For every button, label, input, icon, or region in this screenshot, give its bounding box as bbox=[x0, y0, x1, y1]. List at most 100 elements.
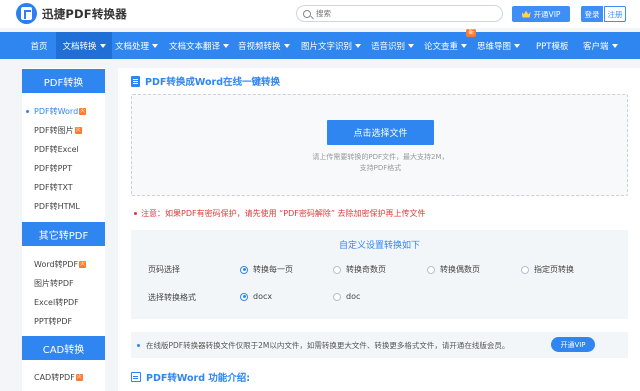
top-bar: 迅捷PDF转换器 开通VIP 登录 注册 bbox=[0, 0, 640, 28]
size-limit-notice: 在线版PDF转换器转换文件仅限于2M以内文件，如需转换更大文件、转换更多格式文件… bbox=[131, 332, 628, 358]
feature-intro-text: PDF转Word 功能介绍: bbox=[146, 373, 251, 384]
sidebar-item-ppt-to-pdf[interactable]: PPT转PDF bbox=[22, 314, 105, 329]
hot-icon: 火 bbox=[74, 127, 82, 134]
settings-title: 自定义设置转换如下 bbox=[338, 241, 420, 251]
radio-specific-pages[interactable]: 指定页转换 bbox=[521, 264, 574, 275]
radio-docx[interactable]: docx bbox=[240, 292, 272, 301]
nav-label: 客户端 bbox=[583, 41, 609, 52]
nav-item-plagiarism[interactable]: 论文查重新 bbox=[424, 29, 476, 59]
bullet-icon bbox=[137, 343, 140, 347]
login-button[interactable]: 登录 bbox=[581, 6, 603, 22]
nav-item-client[interactable]: 客户端 bbox=[583, 32, 631, 59]
logo-text: 迅捷PDF转换器 bbox=[42, 6, 127, 21]
radio-label: docx bbox=[253, 292, 273, 301]
caret-down-icon bbox=[152, 43, 159, 48]
radio-label: 转换奇数页 bbox=[346, 265, 386, 274]
nav-label: 文档文本翻译 bbox=[169, 41, 221, 52]
nav-label: 文档转换 bbox=[62, 41, 97, 52]
sidebar-item-pdf-to-image[interactable]: PDF转图片火 bbox=[22, 123, 105, 138]
notice-text: 在线版PDF转换器转换文件仅限于2M以内文件，如需转换更大文件、转换更多格式文件… bbox=[146, 340, 510, 350]
sidebar-item-label: CAD转PDF bbox=[34, 373, 75, 382]
password-warning: 注意：如果PDF有密码保护，请先使用 “PDF密码解除” 去除加密保护再上传文件 bbox=[134, 208, 426, 219]
nav-item-translate[interactable]: 文档文本翻译 bbox=[169, 32, 239, 59]
register-button[interactable]: 注册 bbox=[604, 6, 626, 22]
hot-icon: 火 bbox=[79, 108, 87, 115]
radio-icon bbox=[333, 265, 341, 274]
caret-down-icon bbox=[514, 43, 521, 48]
nav-label: 音视频转换 bbox=[238, 41, 281, 52]
nav-item-speech[interactable]: 语音识别 bbox=[371, 32, 421, 59]
radio-label: doc bbox=[346, 292, 361, 301]
nav-label: 图片文字识别 bbox=[301, 41, 353, 52]
sidebar-item-pdf-to-ppt[interactable]: PDF转PPT bbox=[22, 161, 105, 176]
sidebar-item-label: PDF转TXT bbox=[34, 183, 73, 192]
document-icon bbox=[131, 75, 140, 87]
sidebar-item-label: PDF转图片 bbox=[34, 126, 74, 135]
caret-down-icon bbox=[283, 43, 290, 48]
crown-icon bbox=[521, 10, 531, 18]
sidebar-item-pdf-to-excel[interactable]: PDF转Excel bbox=[22, 142, 105, 157]
radio-checked-icon bbox=[240, 265, 248, 274]
search-box[interactable] bbox=[296, 5, 503, 22]
radio-icon bbox=[521, 265, 529, 274]
sidebar-section-other-to-pdf: 其它转PDF bbox=[22, 222, 105, 246]
nav-label: 思维导图 bbox=[477, 41, 512, 52]
intro-icon bbox=[131, 372, 141, 382]
sidebar-item-word-to-pdf[interactable]: Word转PDF 火 bbox=[22, 257, 105, 272]
upload-hint: 请上传需要转换的PDF文件，最大支持2M， bbox=[312, 153, 449, 161]
upload-dropzone[interactable]: 点击选择文件 请上传需要转换的PDF文件，最大支持2M， 支持PDF格式 bbox=[131, 94, 628, 196]
vip-button[interactable]: 开通VIP bbox=[512, 6, 570, 22]
select-file-button[interactable]: 点击选择文件 bbox=[327, 120, 434, 145]
sidebar-item-label: PDF转Excel bbox=[34, 145, 79, 154]
caret-down-icon bbox=[223, 43, 230, 48]
notice-vip-button[interactable]: 开通VIP bbox=[551, 337, 595, 352]
nav-item-doc-process[interactable]: 文档处理 bbox=[115, 32, 167, 59]
sidebar-item-excel-to-pdf[interactable]: Excel转PDF bbox=[22, 295, 105, 310]
search-icon[interactable] bbox=[303, 9, 311, 18]
nav-item-av-convert[interactable]: 音视频转换 bbox=[238, 32, 298, 59]
page-title-text: PDF转换成Word在线一键转换 bbox=[145, 77, 280, 88]
sidebar-item-cad-to-pdf[interactable]: CAD转PDF 火 bbox=[22, 370, 105, 385]
caret-down-icon bbox=[99, 43, 106, 48]
nav-item-ppt-template[interactable]: PPT模板 bbox=[536, 32, 576, 59]
radio-even-pages[interactable]: 转换偶数页 bbox=[427, 264, 480, 275]
caret-down-icon bbox=[408, 43, 415, 48]
sidebar-item-image-to-pdf[interactable]: 图片转PDF bbox=[22, 276, 105, 291]
radio-every-page[interactable]: 转换每一页 bbox=[240, 264, 293, 275]
radio-label: 指定页转换 bbox=[534, 265, 574, 274]
main-nav: 首页 文档转换 文档处理 文档文本翻译 音视频转换 图片文字识别 语音识别 论文… bbox=[0, 29, 640, 59]
sidebar-item-pdf-to-html[interactable]: PDF转HTML bbox=[22, 199, 105, 214]
format-select-label: 选择转换格式 bbox=[148, 293, 196, 302]
nav-item-mindmap[interactable]: 思维导图 bbox=[477, 32, 529, 59]
sidebar-item-pdf-to-txt[interactable]: PDF转TXT bbox=[22, 180, 105, 195]
vip-button-label: 开通VIP bbox=[533, 9, 561, 19]
sidebar-item-label: PDF转HTML bbox=[34, 202, 80, 211]
sidebar-item-label: 图片转PDF bbox=[34, 279, 74, 288]
hot-icon: 火 bbox=[79, 261, 87, 268]
sidebar-section-cad-convert: CAD转换 bbox=[22, 336, 105, 360]
search-input[interactable] bbox=[316, 7, 486, 20]
sidebar-section-pdf-convert: PDF转换 bbox=[22, 69, 105, 93]
nav-item-home[interactable]: 首页 bbox=[22, 32, 56, 59]
new-badge: 新 bbox=[466, 29, 476, 37]
nav-label: 论文查重 bbox=[424, 41, 459, 52]
caret-down-icon bbox=[461, 43, 468, 48]
radio-doc[interactable]: doc bbox=[333, 292, 360, 301]
nav-label: 首页 bbox=[30, 41, 48, 52]
sidebar-item-pdf-to-word[interactable]: PDF转Word 火 bbox=[22, 104, 105, 119]
bullet-icon bbox=[134, 212, 137, 215]
sidebar-item-label: PDF转PPT bbox=[34, 164, 73, 173]
radio-checked-icon bbox=[240, 292, 248, 301]
radio-label: 转换每一页 bbox=[253, 265, 293, 274]
radio-icon bbox=[333, 292, 341, 301]
page-select-label: 页码选择 bbox=[148, 265, 180, 274]
sidebar-item-label: Word转PDF bbox=[34, 260, 79, 269]
nav-item-ocr[interactable]: 图片文字识别 bbox=[301, 32, 369, 59]
radio-odd-pages[interactable]: 转换奇数页 bbox=[333, 264, 386, 275]
radio-label: 转换偶数页 bbox=[440, 265, 480, 274]
logo[interactable]: 迅捷PDF转换器 bbox=[16, 3, 127, 24]
nav-item-doc-convert[interactable]: 文档转换 bbox=[56, 32, 112, 59]
sidebar-item-label: PDF转Word bbox=[34, 107, 79, 116]
nav-label: 语音识别 bbox=[371, 41, 406, 52]
sidebar-item-label: Excel转PDF bbox=[34, 298, 79, 307]
